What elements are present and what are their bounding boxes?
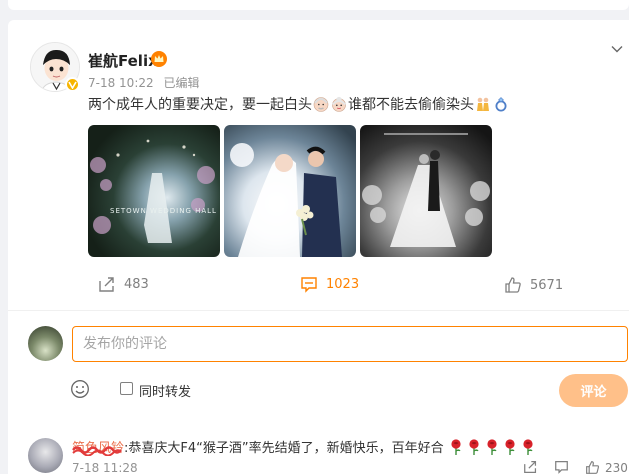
post-photo-2[interactable] xyxy=(224,125,356,257)
old-man-emoji xyxy=(313,96,329,112)
rose-emoji xyxy=(468,439,480,455)
commenter-name[interactable]: 简色风铃 xyxy=(72,441,124,456)
thumbs-up-icon xyxy=(505,277,521,293)
comment-button[interactable]: 1023 xyxy=(300,276,359,293)
share-count: 483 xyxy=(124,277,149,292)
post-text: 两个成年人的重要决定，要一起白头 谁都不能去偷偷染头 xyxy=(88,94,510,114)
old-woman-emoji xyxy=(331,96,347,112)
crown-icon[interactable] xyxy=(151,51,167,67)
photo-caption: SETOWN WEDDING HALL xyxy=(110,207,217,215)
submit-comment-button[interactable]: 评论 xyxy=(559,374,628,407)
comment-share-button[interactable] xyxy=(523,460,538,474)
thumbs-up-icon xyxy=(586,461,600,474)
share-button[interactable]: 483 xyxy=(98,276,149,293)
comment-time[interactable]: 7-18 11:28 xyxy=(72,461,138,474)
repost-label[interactable]: 同时转发 xyxy=(139,381,191,400)
post-time[interactable]: 7-18 10:22 xyxy=(88,76,154,90)
edited-label[interactable]: 已编辑 xyxy=(163,76,199,90)
comment-icon xyxy=(301,277,317,293)
commenter-avatar[interactable] xyxy=(28,438,63,473)
author-name[interactable]: 崔航Felix xyxy=(88,50,158,71)
comment-reply-button[interactable] xyxy=(554,460,569,474)
ring-emoji xyxy=(493,96,509,112)
comment-icon xyxy=(555,461,568,474)
post-meta: 7-18 10:22 已编辑 xyxy=(88,74,205,91)
share-icon xyxy=(524,461,537,473)
like-button[interactable]: 5671 xyxy=(504,276,563,294)
previous-card-edge xyxy=(8,0,629,10)
post-text-a: 两个成年人的重要决定，要一起白头 xyxy=(88,97,312,113)
rose-emoji xyxy=(522,439,534,455)
post-photo-1[interactable]: SETOWN WEDDING HALL xyxy=(88,125,220,257)
like-count: 5671 xyxy=(530,277,564,293)
comment-text: :恭喜庆大F4“猴子酒”率先结婚了，新婚快乐，百年好合 xyxy=(124,441,444,456)
weibo-post-card: 崔航Felix 7-18 10:22 已编辑 两个成年人的重要决定，要一起白头 谁… xyxy=(8,20,629,474)
comment-count: 1023 xyxy=(326,277,360,292)
divider xyxy=(8,310,629,311)
comment-like-count: 230 xyxy=(605,460,628,474)
comment-input[interactable] xyxy=(72,326,628,362)
emoji-picker-icon[interactable] xyxy=(70,379,90,403)
share-icon xyxy=(99,277,114,292)
couple-emoji xyxy=(475,96,491,112)
redaction-scribble xyxy=(72,446,122,456)
my-avatar[interactable] xyxy=(28,326,63,361)
rose-emoji xyxy=(486,439,498,455)
post-text-b: 谁都不能去偷偷染头 xyxy=(348,97,474,113)
chevron-down-icon[interactable] xyxy=(611,38,623,57)
rose-emoji xyxy=(504,439,516,455)
verified-badge-icon xyxy=(65,77,80,92)
repost-checkbox[interactable] xyxy=(120,382,133,395)
rose-emoji xyxy=(450,439,462,455)
comment-body: 简色风铃:恭喜庆大F4“猴子酒”率先结婚了，新婚快乐，百年好合 xyxy=(72,437,534,456)
rose-emojis xyxy=(444,439,534,456)
post-photo-3[interactable] xyxy=(360,125,492,257)
comment-like-button[interactable]: 230 xyxy=(585,460,628,474)
